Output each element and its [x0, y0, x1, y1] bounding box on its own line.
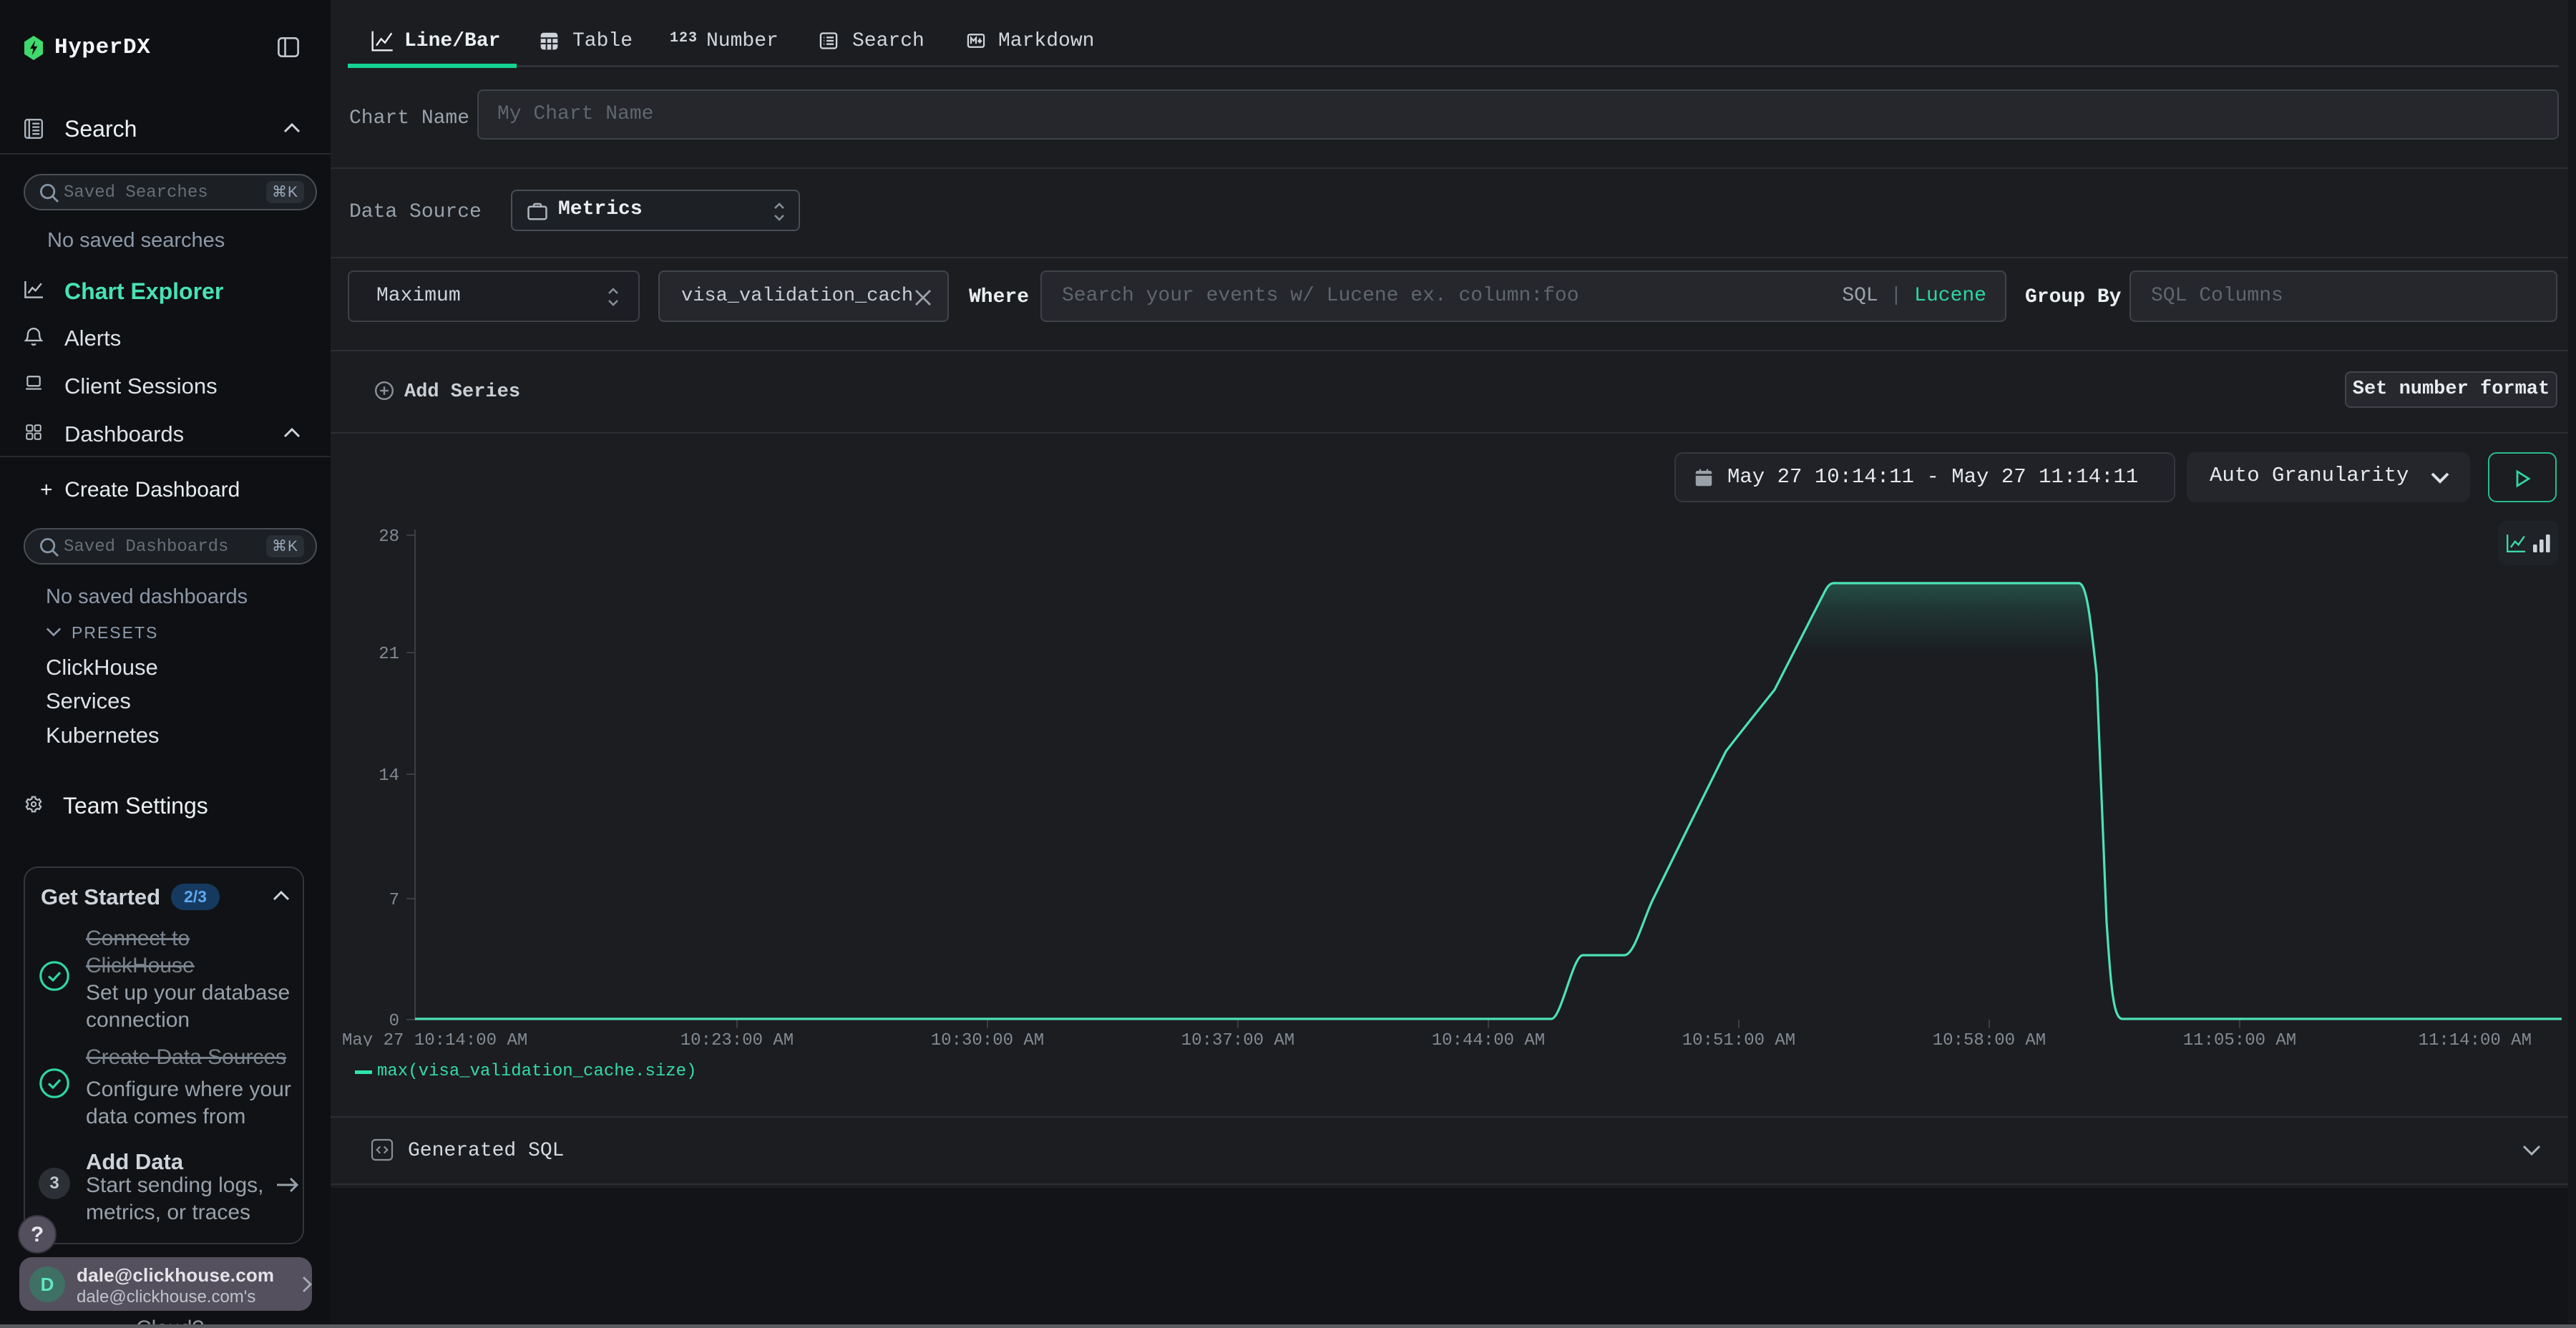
svg-text:10:23:00 AM: 10:23:00 AM: [680, 1031, 794, 1046]
svg-text:May 27 10:14:00 AM: May 27 10:14:00 AM: [342, 1031, 527, 1046]
svg-text:7: 7: [389, 891, 399, 910]
svg-text:11:14:00 AM: 11:14:00 AM: [2419, 1031, 2532, 1046]
svg-text:21: 21: [379, 645, 399, 664]
svg-text:11:05:00 AM: 11:05:00 AM: [2183, 1031, 2296, 1046]
svg-text:10:44:00 AM: 10:44:00 AM: [1432, 1031, 1545, 1046]
svg-text:10:51:00 AM: 10:51:00 AM: [1682, 1031, 1795, 1046]
svg-text:0: 0: [389, 1012, 399, 1031]
svg-text:10:37:00 AM: 10:37:00 AM: [1181, 1031, 1294, 1046]
svg-text:10:58:00 AM: 10:58:00 AM: [1933, 1031, 2046, 1046]
svg-text:28: 28: [379, 527, 399, 547]
svg-text:14: 14: [379, 766, 399, 786]
svg-text:10:30:00 AM: 10:30:00 AM: [931, 1031, 1044, 1046]
